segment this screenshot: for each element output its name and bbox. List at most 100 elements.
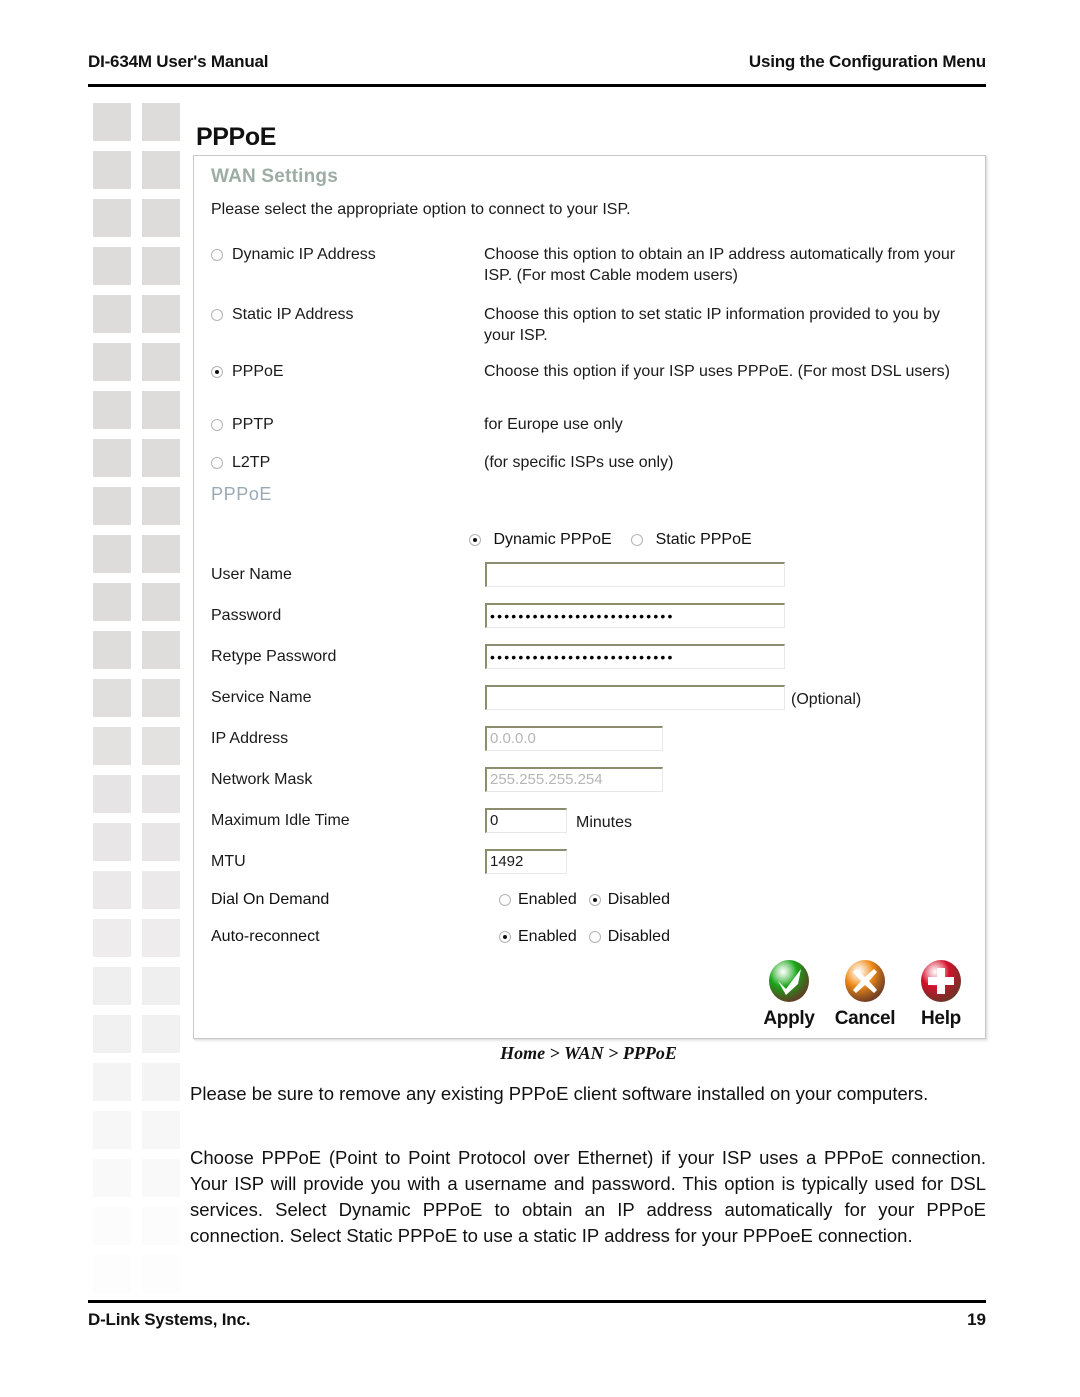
input-mtu[interactable]: 1492 [485,849,567,874]
radio-dot-icon[interactable] [499,931,511,943]
cancel-button[interactable]: Cancel [831,957,899,1030]
radio-dynamic-ip-address[interactable]: Dynamic IP Address [211,246,461,264]
field-label: Maximum Idle Time [211,812,350,829]
decorative-square [142,1207,180,1245]
radio-dial-on-demand-enabled[interactable]: Enabled [499,891,577,909]
toggle-label: Dial On Demand [211,891,330,908]
radio-dot-icon[interactable] [469,534,481,546]
page-header: DI-634M User's Manual Using the Configur… [88,52,986,86]
toggle-label: Auto-reconnect [211,928,320,945]
connection-type-description: Choose this option to obtain an IP addre… [484,246,956,284]
field-label: Network Mask [211,771,313,788]
decorative-square [93,487,131,525]
pppoe-mode-selector[interactable]: Dynamic PPPoE Static PPPoE [469,531,767,549]
decorative-square [93,295,131,333]
toggle-option-label: Disabled [607,891,670,908]
radio-dot-icon[interactable] [211,366,223,378]
decorative-square [93,631,131,669]
decorative-square [93,1207,131,1245]
field-suffix: Minutes [576,814,633,831]
decorative-square [142,967,180,1005]
radio-auto-reconnect-enabled[interactable]: Enabled [499,928,577,946]
input-user-name[interactable] [485,562,785,587]
decorative-square [93,967,131,1005]
breadcrumb-caption: Home > WAN > PPPoE [500,1043,677,1063]
decorative-square [93,343,131,381]
decorative-square [93,679,131,717]
connection-type-label: Static IP Address [232,306,354,323]
decorative-square [142,1111,180,1149]
field-label: Password [211,607,282,624]
input-maximum-idle-time[interactable]: 0 [485,808,567,833]
decorative-square [142,823,180,861]
form-row: IP Address 0.0.0.0 [211,726,971,756]
router-config-panel: WAN Settings Please select the appropria… [193,155,986,1039]
field-label: Retype Password [211,648,337,665]
radio-dot-icon[interactable] [588,894,601,906]
manual-title: DI-634M User's Manual [88,52,269,71]
pppoe-section-heading: PPPoE [211,484,273,504]
input-password[interactable]: •••••••••••••••••••••••••• [485,603,785,628]
input-service-name[interactable] [485,685,785,710]
radio-dynamic-pppoe[interactable]: Dynamic PPPoE [469,531,612,549]
decorative-square [142,1015,180,1053]
decorative-square [142,871,180,909]
decorative-square [93,1063,131,1101]
decorative-square [93,247,131,285]
footer-divider [88,1300,986,1303]
radio-dot-icon[interactable] [211,309,223,321]
decorative-square [93,535,131,573]
toggle-options[interactable]: Enabled Disabled [499,891,682,909]
input-network-mask[interactable]: 255.255.255.254 [485,767,663,792]
decorative-square [142,439,180,477]
help-button[interactable]: Help [907,957,975,1030]
radio-auto-reconnect-disabled[interactable]: Disabled [588,928,670,946]
radio-pptp[interactable]: PPTP [211,416,461,434]
toggle-option-label: Enabled [518,891,577,908]
decorative-square [142,103,180,141]
decorative-square [142,1255,180,1293]
input-retype-password[interactable]: •••••••••••••••••••••••••• [485,644,785,669]
connection-type-description: Choose this option if your ISP uses PPPo… [484,363,950,380]
radio-static-pppoe[interactable]: Static PPPoE [631,531,752,549]
decorative-square [93,1159,131,1197]
toggle-option-label: Disabled [607,928,670,945]
connection-type-label: L2TP [232,454,271,471]
apply-button-label: Apply [763,1008,815,1029]
radio-static-pppoe-label: Static PPPoE [655,531,752,548]
panel-action-buttons: Apply Cancel Help [755,957,975,1030]
input-ip-address[interactable]: 0.0.0.0 [485,726,663,751]
toggle-options[interactable]: Enabled Disabled [499,928,682,946]
radio-dot-icon[interactable] [211,419,223,431]
radio-dial-on-demand-disabled[interactable]: Disabled [588,891,670,909]
decorative-square [93,1255,131,1293]
decorative-square [93,1111,131,1149]
radio-l2tp[interactable]: L2TP [211,454,461,472]
radio-pppoe[interactable]: PPPoE [211,363,461,381]
apply-button[interactable]: Apply [755,957,823,1030]
form-row: Maximum Idle Time 0 Minutes [211,808,971,838]
radio-dot-icon[interactable] [631,534,644,546]
radio-static-ip-address[interactable]: Static IP Address [211,306,461,324]
radio-dot-icon[interactable] [588,931,601,943]
decorative-square [93,727,131,765]
decorative-square [142,535,180,573]
decorative-square [93,1015,131,1053]
body-paragraph-2: Choose PPPoE (Point to Point Protocol ov… [190,1147,986,1246]
form-row: Network Mask 255.255.255.254 [211,767,971,797]
check-circle-icon[interactable] [765,957,813,1007]
x-circle-icon[interactable] [841,957,889,1007]
plus-circle-icon[interactable] [917,957,965,1007]
radio-dot-icon[interactable] [211,457,223,469]
decorative-square [93,775,131,813]
radio-dot-icon[interactable] [211,249,223,261]
page-title: PPPoE [196,123,276,151]
decorative-square [93,103,131,141]
radio-dot-icon[interactable] [499,894,511,906]
company-name: D-Link Systems, Inc. [88,1310,251,1329]
field-suffix: (Optional) [791,691,862,708]
body-paragraph-1: Please be sure to remove any existing PP… [190,1083,929,1104]
chapter-title: Using the Configuration Menu [748,52,986,71]
connection-type-label: Dynamic IP Address [232,246,376,263]
decorative-square [93,151,131,189]
